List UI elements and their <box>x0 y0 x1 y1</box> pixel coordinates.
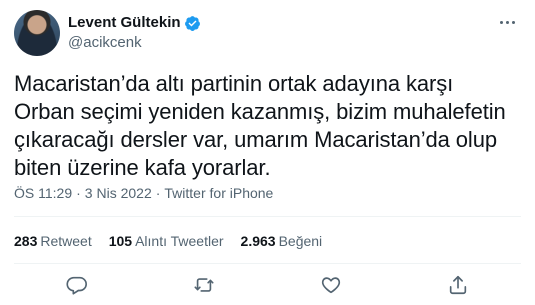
more-options-button[interactable] <box>497 12 517 32</box>
tweet-source[interactable]: Twitter for iPhone <box>164 185 273 201</box>
author-handle[interactable]: @acikcenk <box>68 34 142 52</box>
more-icon <box>499 20 503 24</box>
author-name[interactable]: Levent Gültekin <box>68 14 181 32</box>
tweet-date[interactable]: 3 Nis 2022 <box>85 185 152 201</box>
tweet-header: Levent Gültekin @acikcenk <box>14 10 521 58</box>
meta-separator: · <box>155 185 161 201</box>
meta-separator: · <box>76 185 81 201</box>
retweets-label: Retweet <box>40 233 92 249</box>
avatar[interactable] <box>14 10 60 56</box>
author-name-row: Levent Gültekin <box>68 14 201 32</box>
retweet-icon <box>194 278 214 292</box>
tweet-time[interactable]: ÖS 11:29 <box>14 185 72 201</box>
tweet-meta: ÖS 11:29 · 3 Nis 2022 · Twitter for iPhone <box>14 184 273 202</box>
quotes-label: Alıntı Tweetler <box>135 233 224 249</box>
quotes-count: 105 <box>108 233 133 249</box>
retweets-stat[interactable]: 283 Retweet <box>14 232 92 250</box>
verified-badge-icon <box>184 15 200 31</box>
retweets-count: 283 <box>14 233 38 249</box>
likes-label: Beğeni <box>278 233 323 249</box>
divider <box>14 263 521 264</box>
divider <box>14 216 521 217</box>
tweet-stats: 283 Retweet 105 Alıntı Tweetler 2.963 Beğen… <box>14 232 339 250</box>
likes-stat[interactable]: 2.963 Beğeni <box>241 232 323 250</box>
quotes-stat[interactable]: 105 Alıntı Tweetler <box>109 232 224 250</box>
tweet-text: Macaristan’da altı partinin ortak adayın… <box>14 71 506 180</box>
reply-icon <box>66 276 88 295</box>
like-icon <box>321 277 340 294</box>
like-button[interactable] <box>314 270 348 300</box>
reply-button[interactable] <box>60 270 94 300</box>
share-button[interactable] <box>441 270 475 300</box>
likes-count: 2.963 <box>240 233 276 249</box>
retweet-button[interactable] <box>187 270 221 300</box>
share-icon <box>449 275 466 295</box>
tweet-actions <box>14 270 521 300</box>
